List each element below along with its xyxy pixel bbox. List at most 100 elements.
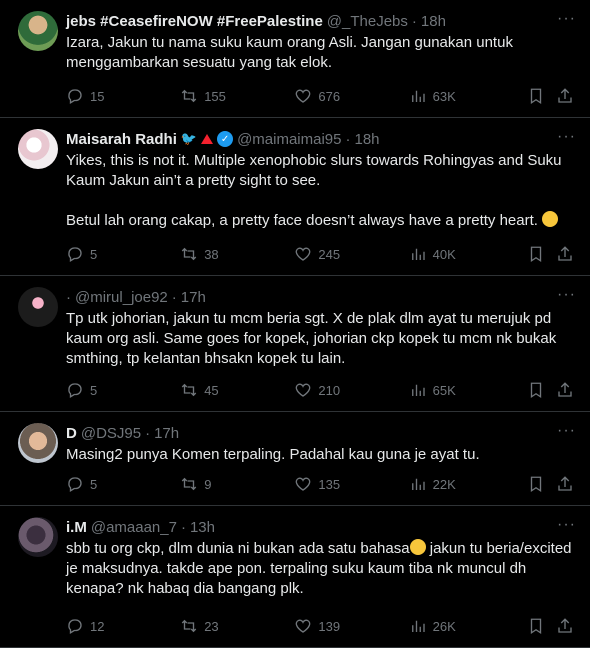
display-name[interactable]: D bbox=[66, 425, 77, 442]
timestamp[interactable]: 17h bbox=[181, 289, 206, 306]
reply-count: 5 bbox=[90, 246, 98, 262]
like-button[interactable]: 139 bbox=[294, 617, 408, 635]
user-handle[interactable]: @mirul_joe92 bbox=[75, 289, 168, 306]
like-count: 245 bbox=[318, 246, 341, 262]
reply-icon bbox=[68, 619, 82, 634]
verified-badge-icon[interactable]: ✓ bbox=[217, 131, 234, 147]
action-bar: 5 9 135 22K bbox=[66, 473, 576, 495]
separator-dot: · bbox=[171, 288, 177, 306]
share-button[interactable] bbox=[556, 381, 576, 399]
tweet-text-part: sbb tu org ckp, dlm dunia ni bukan ada s… bbox=[66, 540, 410, 557]
heart-icon bbox=[296, 247, 311, 261]
views-button[interactable]: 65K bbox=[409, 381, 527, 399]
action-bar: 12 23 139 26K bbox=[66, 615, 576, 637]
repost-count: 9 bbox=[204, 476, 212, 492]
bookmark-button[interactable] bbox=[527, 617, 557, 635]
views-icon bbox=[411, 478, 425, 490]
user-handle[interactable]: @DSJ95 bbox=[81, 425, 141, 442]
like-button[interactable]: 676 bbox=[294, 87, 408, 105]
tweet-header: jebs #CeasefireNOW #FreePalestine @_TheJ… bbox=[66, 11, 576, 31]
bookmark-icon bbox=[530, 88, 541, 105]
more-icon[interactable]: ··· bbox=[557, 128, 576, 146]
user-handle[interactable]: @maimaimai95 bbox=[237, 131, 341, 148]
avatar[interactable] bbox=[18, 423, 58, 463]
heart-icon bbox=[296, 477, 311, 491]
avatar[interactable] bbox=[18, 11, 58, 51]
like-button[interactable]: 135 bbox=[294, 475, 408, 493]
like-count: 139 bbox=[318, 618, 341, 634]
reply-button[interactable]: 5 bbox=[66, 475, 180, 493]
display-name[interactable]: jebs #CeasefireNOW #FreePalestine bbox=[66, 13, 323, 30]
heart-icon bbox=[296, 619, 311, 633]
timestamp[interactable]: 17h bbox=[154, 425, 179, 442]
bookmark-button[interactable] bbox=[527, 245, 557, 263]
tweet[interactable]: · @mirul_joe92 · 17h Tp utk johorian, ja… bbox=[0, 276, 590, 412]
bookmark-icon bbox=[530, 618, 541, 635]
reply-icon bbox=[68, 477, 82, 492]
separator-dot: · bbox=[145, 424, 151, 442]
repost-button[interactable]: 45 bbox=[180, 381, 294, 399]
avatar[interactable] bbox=[18, 287, 58, 327]
bookmark-button[interactable] bbox=[527, 475, 557, 493]
views-button[interactable]: 63K bbox=[409, 87, 527, 105]
tweet-text: Tp utk johorian, jakun tu mcm beria sgt.… bbox=[66, 310, 561, 367]
share-icon bbox=[558, 246, 572, 261]
views-button[interactable]: 22K bbox=[409, 475, 527, 493]
like-count: 676 bbox=[318, 88, 341, 104]
tweet[interactable]: Maisarah Radhi 🐦 ✓ @maimaimai95 · 18h Yi… bbox=[0, 118, 590, 276]
relieved-face-emoji-icon bbox=[409, 539, 426, 555]
repost-button[interactable]: 9 bbox=[180, 475, 294, 493]
timestamp[interactable]: 18h bbox=[354, 131, 379, 148]
timestamp[interactable]: 18h bbox=[421, 13, 446, 30]
views-button[interactable]: 26K bbox=[409, 617, 527, 635]
tweet-feed: jebs #CeasefireNOW #FreePalestine @_TheJ… bbox=[0, 0, 590, 648]
action-bar: 15 155 676 63K bbox=[66, 85, 576, 107]
display-name[interactable]: Maisarah Radhi bbox=[66, 131, 177, 148]
user-handle[interactable]: @amaaan_7 bbox=[91, 519, 177, 536]
more-icon[interactable]: ··· bbox=[557, 516, 576, 534]
share-button[interactable] bbox=[556, 617, 576, 635]
timestamp[interactable]: 13h bbox=[190, 519, 215, 536]
bookmark-button[interactable] bbox=[527, 87, 557, 105]
share-button[interactable] bbox=[556, 245, 576, 263]
reply-button[interactable]: 5 bbox=[66, 245, 180, 263]
view-count: 63K bbox=[432, 88, 456, 104]
share-button[interactable] bbox=[556, 475, 576, 493]
like-button[interactable]: 210 bbox=[294, 381, 408, 399]
avatar[interactable] bbox=[18, 517, 58, 557]
bookmark-button[interactable] bbox=[527, 381, 557, 399]
tweet[interactable]: jebs #CeasefireNOW #FreePalestine @_TheJ… bbox=[0, 0, 590, 118]
avatar[interactable] bbox=[18, 129, 58, 169]
action-bar: 5 45 210 65K bbox=[66, 379, 576, 401]
display-name[interactable]: i.M bbox=[66, 519, 87, 536]
tweet-header: · @mirul_joe92 · 17h bbox=[66, 287, 576, 307]
more-icon[interactable]: ··· bbox=[557, 10, 576, 28]
tweet-text: Izara, Jakun tu nama suku kaum orang Asl… bbox=[66, 34, 518, 71]
share-button[interactable] bbox=[556, 87, 576, 105]
tweet-header: D @DSJ95 · 17h bbox=[66, 423, 576, 443]
views-button[interactable]: 40K bbox=[409, 245, 527, 263]
view-count: 22K bbox=[432, 476, 456, 492]
repost-icon bbox=[181, 477, 197, 491]
user-handle[interactable]: @_TheJebs bbox=[327, 13, 408, 30]
tweet-text: Yikes, this is not it. Multiple xenophob… bbox=[66, 152, 566, 189]
reply-button[interactable]: 12 bbox=[66, 617, 180, 635]
tweet[interactable]: i.M @amaaan_7 · 13h sbb tu org ckp, dlm … bbox=[0, 506, 590, 648]
bookmark-icon bbox=[530, 382, 541, 399]
reply-count: 5 bbox=[90, 382, 98, 398]
more-icon[interactable]: ··· bbox=[557, 422, 576, 440]
reply-button[interactable]: 15 bbox=[66, 87, 180, 105]
repost-button[interactable]: 23 bbox=[180, 617, 294, 635]
bird-icon: 🐦 bbox=[180, 131, 198, 146]
more-icon[interactable]: ··· bbox=[557, 286, 576, 304]
repost-button[interactable]: 155 bbox=[180, 87, 294, 105]
reply-button[interactable]: 5 bbox=[66, 381, 180, 399]
separator-dot: · bbox=[180, 518, 186, 536]
tweet-header: Maisarah Radhi 🐦 ✓ @maimaimai95 · 18h bbox=[66, 129, 576, 149]
like-button[interactable]: 245 bbox=[294, 245, 408, 263]
profile-badges: 🐦 ✓ bbox=[180, 131, 234, 147]
repost-button[interactable]: 38 bbox=[180, 245, 294, 263]
action-bar: 5 38 245 40K bbox=[66, 243, 576, 265]
repost-count: 23 bbox=[204, 618, 219, 634]
tweet[interactable]: D @DSJ95 · 17h Masing2 punya Komen terpa… bbox=[0, 412, 590, 506]
